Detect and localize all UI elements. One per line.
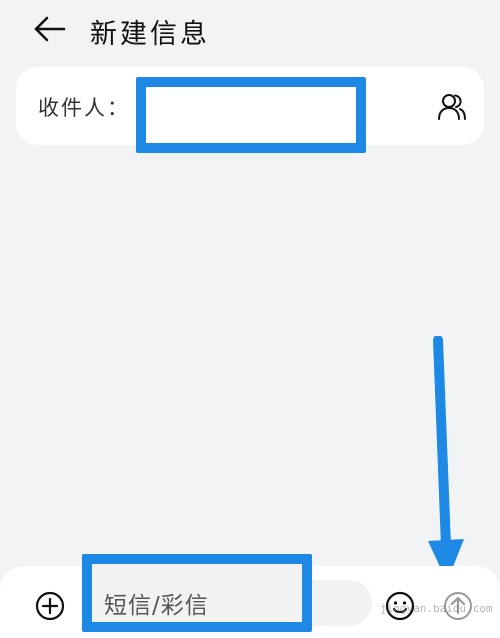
plus-circle-icon (35, 591, 65, 621)
contacts-button[interactable] (436, 91, 468, 123)
contacts-icon (438, 94, 466, 120)
recipient-input[interactable] (136, 77, 366, 153)
recipient-label: 收件人： (38, 96, 130, 120)
top-bar: 新建信息 (0, 0, 500, 60)
page-title: 新建信息 (90, 19, 210, 50)
message-input[interactable]: 短信/彩信 (82, 554, 312, 632)
back-button[interactable] (30, 14, 70, 44)
arrow-left-icon (34, 16, 66, 42)
add-attachment-button[interactable] (34, 590, 66, 622)
recipient-row: 收件人： (16, 67, 484, 153)
message-placeholder: 短信/彩信 (104, 593, 209, 619)
annotation-arrow (428, 336, 464, 582)
watermark: jingyan.baidu.com (380, 602, 493, 615)
